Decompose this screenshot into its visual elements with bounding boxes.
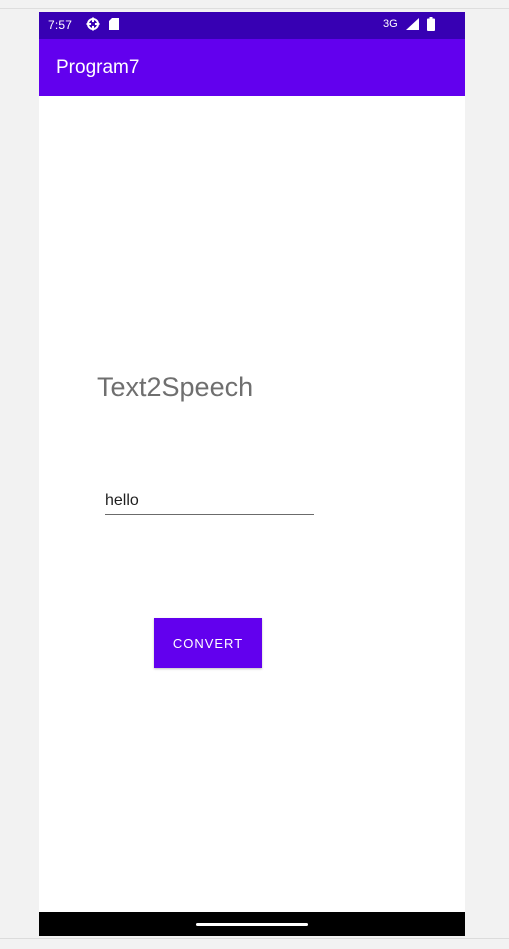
navigation-bar (39, 912, 465, 936)
speech-text-input[interactable] (105, 488, 314, 515)
battery-icon (427, 17, 435, 31)
window-top-divider (0, 8, 509, 9)
phone-screen: 7:57 3G Program7 Text2Speech CONVERT (39, 12, 465, 936)
home-handle-icon[interactable] (196, 923, 308, 926)
settings-gear-icon (86, 17, 100, 31)
app-bar: Program7 (39, 39, 465, 96)
convert-button[interactable]: CONVERT (154, 618, 262, 668)
status-bar: 7:57 3G (39, 12, 465, 39)
window-bottom-divider (0, 938, 509, 939)
page-heading: Text2Speech (97, 372, 254, 402)
signal-icon (406, 18, 419, 30)
sd-card-icon (109, 18, 119, 30)
status-time: 7:57 (48, 18, 73, 32)
network-type-label: 3G (383, 18, 398, 30)
app-title: Program7 (56, 57, 140, 78)
